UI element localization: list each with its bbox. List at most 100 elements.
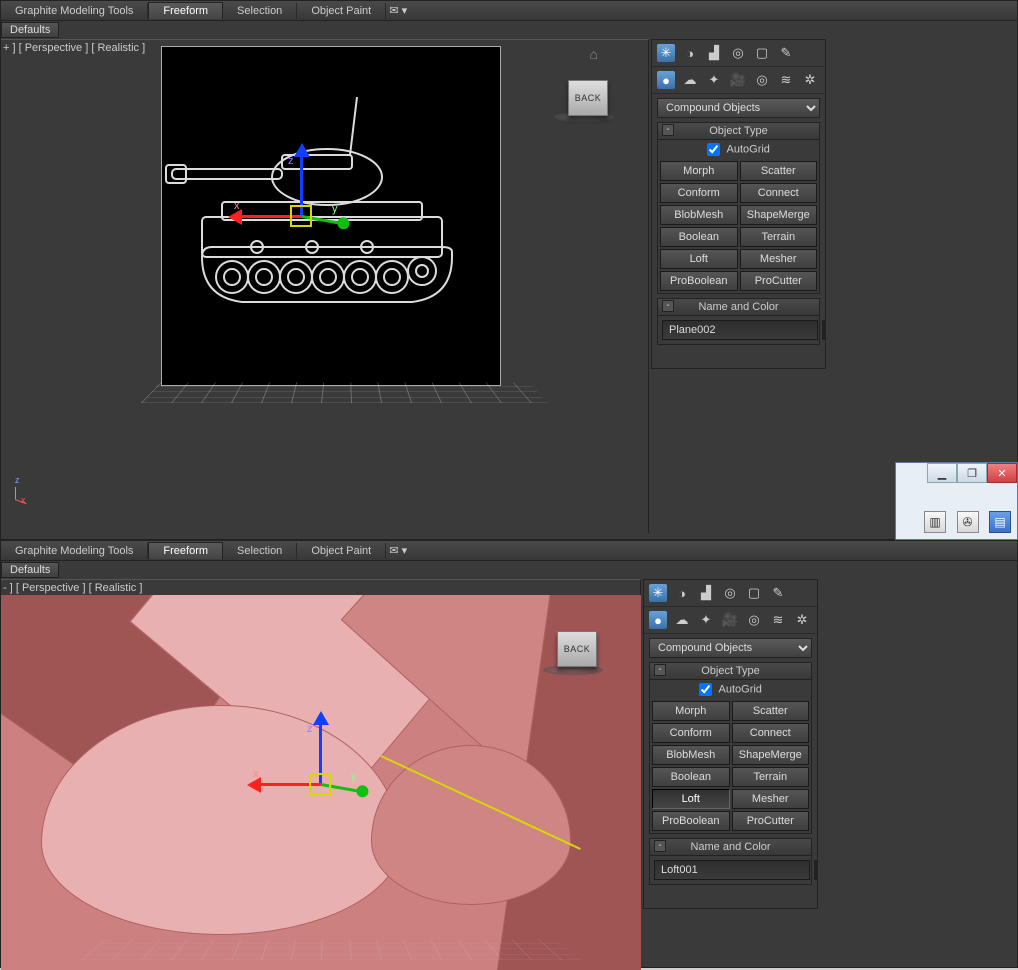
hierarchy-tab-icon[interactable]: ▟ (705, 44, 723, 62)
utilities-tab-icon[interactable]: ✎ (777, 44, 795, 62)
home-icon[interactable]: ⌂ (590, 46, 598, 62)
cameras-icon[interactable]: 🎥 (721, 611, 739, 629)
object-type-grid: MorphScatterConformConnectBlobMeshShapeM… (658, 159, 819, 293)
create-tab-icon[interactable]: ✳ (657, 44, 675, 62)
collapse-icon[interactable]: - (654, 840, 666, 852)
object-type-terrain[interactable]: Terrain (732, 767, 810, 787)
cameras-icon[interactable]: 🎥 (729, 71, 747, 89)
object-type-proboolean[interactable]: ProBoolean (660, 271, 738, 291)
object-type-scatter[interactable]: Scatter (740, 161, 818, 181)
geometry-icon[interactable]: ● (649, 611, 667, 629)
window-close-button[interactable]: ✕ (987, 463, 1017, 483)
ribbon-sub-bottom: Defaults (1, 561, 1017, 579)
object-name-input[interactable] (662, 320, 818, 340)
helpers-icon[interactable]: ◎ (745, 611, 763, 629)
object-type-shapemerge[interactable]: ShapeMerge (732, 745, 810, 765)
object-type-loft[interactable]: Loft (652, 789, 730, 809)
lights-icon[interactable]: ✦ (697, 611, 715, 629)
viewcube[interactable]: BACK (557, 631, 597, 667)
create-tab-icon[interactable]: ✳ (649, 584, 667, 602)
rollout-title: Object Type (709, 125, 768, 137)
window-minimize-button[interactable]: ▁ (927, 463, 957, 483)
object-type-mesher[interactable]: Mesher (740, 249, 818, 269)
object-type-blobmesh[interactable]: BlobMesh (652, 745, 730, 765)
motion-tab-icon[interactable]: ◎ (729, 44, 747, 62)
ribbon-tab-graphite[interactable]: Graphite Modeling Tools (1, 543, 148, 559)
ribbon-tab-selection[interactable]: Selection (223, 543, 297, 559)
shapes-icon[interactable]: ☁ (681, 71, 699, 89)
window-maximize-button[interactable]: ❐ (957, 463, 987, 483)
cmd-top-tab-row: ✳ ◑ ▟ ◎ ▢ ✎ (644, 580, 817, 607)
display-tab-icon[interactable]: ▢ (745, 584, 763, 602)
defaults-button[interactable]: Defaults (1, 22, 59, 38)
cmd-top-tab-row: ✳ ◑ ▟ ◎ ▢ ✎ (652, 40, 825, 67)
ribbon-tab-selection[interactable]: Selection (223, 3, 297, 19)
object-type-terrain[interactable]: Terrain (740, 227, 818, 247)
object-type-mesher[interactable]: Mesher (732, 789, 810, 809)
rollout-head-object-type[interactable]: - Object Type (658, 123, 819, 140)
modify-tab-icon[interactable]: ◑ (673, 584, 691, 602)
object-type-boolean[interactable]: Boolean (660, 227, 738, 247)
color-swatch[interactable] (814, 860, 818, 880)
display-tab-icon[interactable]: ▢ (753, 44, 771, 62)
tool-icon-2[interactable]: ✇ (957, 511, 979, 533)
object-type-conform[interactable]: Conform (660, 183, 738, 203)
collapse-icon[interactable]: - (662, 124, 674, 136)
viewport-bottom[interactable]: z x y BACK (1, 595, 641, 970)
object-type-blobmesh[interactable]: BlobMesh (660, 205, 738, 225)
spacewarps-icon[interactable]: ≋ (777, 71, 795, 89)
rollout-head-name-color[interactable]: - Name and Color (650, 839, 811, 856)
systems-icon[interactable]: ✲ (793, 611, 811, 629)
object-type-procutter[interactable]: ProCutter (732, 811, 810, 831)
hierarchy-tab-icon[interactable]: ▟ (697, 584, 715, 602)
ribbon-tab-freeform[interactable]: Freeform (148, 2, 223, 19)
shapes-icon[interactable]: ☁ (673, 611, 691, 629)
ribbon-sub-top: Defaults (1, 21, 1017, 39)
motion-tab-icon[interactable]: ◎ (721, 584, 739, 602)
object-type-connect[interactable]: Connect (740, 183, 818, 203)
tool-icon-1[interactable]: ▥ (924, 511, 946, 533)
object-type-scatter[interactable]: Scatter (732, 701, 810, 721)
systems-icon[interactable]: ✲ (801, 71, 819, 89)
object-type-procutter[interactable]: ProCutter (740, 271, 818, 291)
autogrid-checkbox[interactable] (707, 143, 720, 156)
collapse-icon[interactable]: - (654, 664, 666, 676)
collapse-icon[interactable]: - (662, 300, 674, 312)
rollout-title: Object Type (701, 665, 760, 677)
autogrid-checkbox[interactable] (699, 683, 712, 696)
color-swatch[interactable] (822, 320, 826, 340)
object-type-shapemerge[interactable]: ShapeMerge (740, 205, 818, 225)
ribbon-tab-freeform[interactable]: Freeform (148, 542, 223, 559)
defaults-button[interactable]: Defaults (1, 562, 59, 578)
rollout-head-name-color[interactable]: - Name and Color (658, 299, 819, 316)
autogrid-label: AutoGrid (727, 143, 770, 155)
spacewarps-icon[interactable]: ≋ (769, 611, 787, 629)
modify-tab-icon[interactable]: ◑ (681, 44, 699, 62)
lights-icon[interactable]: ✦ (705, 71, 723, 89)
viewport-top[interactable]: z x y (161, 46, 501, 386)
object-type-morph[interactable]: Morph (652, 701, 730, 721)
object-type-connect[interactable]: Connect (732, 723, 810, 743)
object-type-morph[interactable]: Morph (660, 161, 738, 181)
object-type-conform[interactable]: Conform (652, 723, 730, 743)
category-dropdown[interactable]: Compound Objects (649, 638, 812, 658)
geometry-icon[interactable]: ● (657, 71, 675, 89)
ribbon-tab-graphite[interactable]: Graphite Modeling Tools (1, 3, 148, 19)
object-type-boolean[interactable]: Boolean (652, 767, 730, 787)
utilities-tab-icon[interactable]: ✎ (769, 584, 787, 602)
object-name-input[interactable] (654, 860, 810, 880)
rollout-head-object-type[interactable]: - Object Type (650, 663, 811, 680)
ribbon-options-icon[interactable]: ✉ ▾ (386, 4, 410, 17)
ribbon-tab-objectpaint[interactable]: Object Paint (297, 3, 386, 19)
rollout-object-type: - Object Type AutoGrid MorphScatterConfo… (649, 662, 812, 834)
viewport-label[interactable]: - ] [ Perspective ] [ Realistic ] (3, 582, 142, 594)
viewport-label[interactable]: + ] [ Perspective ] [ Realistic ] (3, 42, 145, 54)
tool-icon-3[interactable]: ▤ (989, 511, 1011, 533)
object-type-proboolean[interactable]: ProBoolean (652, 811, 730, 831)
helpers-icon[interactable]: ◎ (753, 71, 771, 89)
ribbon-options-icon[interactable]: ✉ ▾ (386, 544, 410, 557)
object-type-loft[interactable]: Loft (660, 249, 738, 269)
viewcube[interactable]: BACK (568, 80, 608, 116)
ribbon-tab-objectpaint[interactable]: Object Paint (297, 543, 386, 559)
category-dropdown[interactable]: Compound Objects (657, 98, 820, 118)
